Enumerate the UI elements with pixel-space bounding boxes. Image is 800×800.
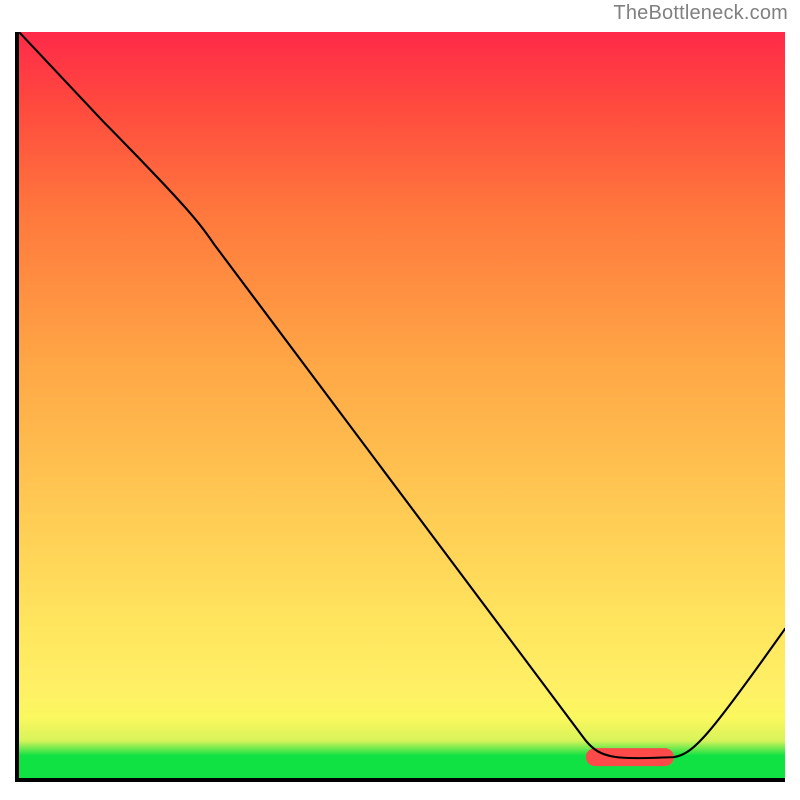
curve-overlay — [19, 32, 785, 778]
chart-container: TheBottleneck.com — [0, 0, 800, 800]
plot-area — [15, 32, 785, 782]
attribution-label: TheBottleneck.com — [613, 2, 788, 25]
bottleneck-curve — [19, 32, 785, 758]
